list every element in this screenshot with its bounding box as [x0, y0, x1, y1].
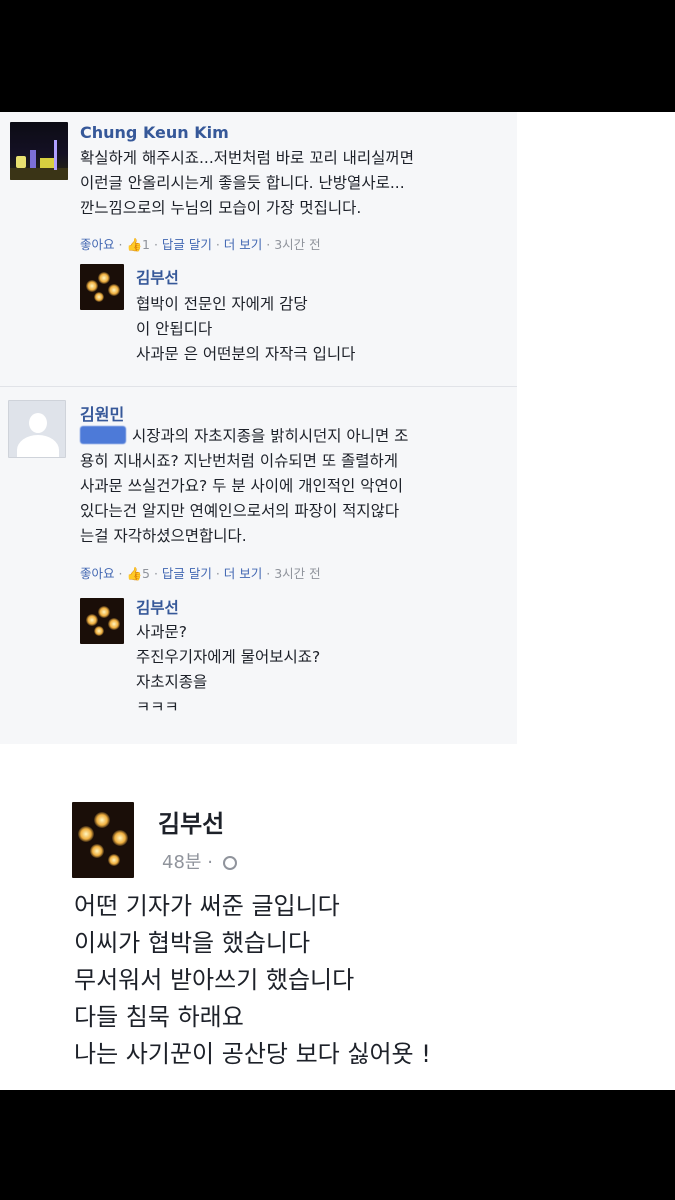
avatar[interactable] — [80, 264, 124, 310]
globe-icon[interactable] — [222, 856, 237, 870]
reply-line: 사과문 은 어떤분의 자작극 입니다 — [136, 345, 356, 363]
comment: Chung Keun Kim 확실하게 해주시죠...저번처럼 바로 꼬리 내리… — [0, 112, 517, 392]
reply-author[interactable]: 김부선 — [136, 266, 179, 288]
avatar[interactable] — [10, 122, 68, 180]
like-link[interactable]: 좋아요 — [80, 237, 115, 252]
timestamp[interactable]: 48분 — [162, 852, 201, 873]
comment-author[interactable]: 김원민 — [80, 401, 124, 425]
post-line: 다들 침묵 하래요 — [74, 1003, 244, 1031]
comment-line: 확실하게 해주시죠...저번처럼 바로 꼬리 내리실꺼면 — [80, 149, 414, 167]
reply-line: 자초지종을 — [136, 673, 208, 691]
comment-line: 깐느낌으로의 누님의 모습이 가장 멋집니다. — [80, 199, 362, 217]
reply-line: ㅋㅋㅋ — [136, 698, 179, 716]
avatar[interactable] — [80, 598, 124, 644]
timestamp[interactable]: 3시간 전 — [274, 566, 320, 581]
avatar[interactable] — [72, 802, 134, 878]
post-line: 이씨가 협박을 했습니다 — [74, 929, 311, 957]
like-icon: 👍 — [126, 566, 143, 581]
comment: 김원민 시장과의 자초지종을 밝히시던지 아니면 조 용히 지내시죠? 지난번처… — [0, 392, 517, 744]
reply-line: 주진우기자에게 물어보시죠? — [136, 648, 321, 666]
post-line: 나는 사기꾼이 공산당 보다 싫어욧 ! — [74, 1040, 431, 1068]
comment-line: 용히 지내시죠? 지난번처럼 이슈되면 또 졸렬하게 — [80, 452, 399, 470]
comment-line: 시장과의 자초지종을 밝히시던지 아니면 조 — [132, 427, 409, 445]
redacted-mention — [80, 426, 126, 444]
post-line: 무서워서 받아쓰기 했습니다 — [74, 966, 355, 994]
reply-link[interactable]: 답글 달기 — [162, 566, 212, 581]
reply-text: 협박이 전문인 자에게 감당 이 안됩디다 사과문 은 어떤분의 자작극 입니다 — [136, 292, 355, 367]
divider — [0, 386, 517, 387]
comment-line: 있다는건 알지만 연예인으로서의 파장이 적지않다 — [80, 502, 400, 520]
post: 김부선 48분 · 어떤 기자가 써준 글입니다 이씨가 협박을 했습니다 무서… — [0, 774, 675, 1090]
post-line: 어떤 기자가 써준 글입니다 — [74, 892, 340, 920]
more-link[interactable]: 더 보기 — [224, 237, 262, 252]
comment-line: 이런글 안올리시는게 좋을듯 합니다. 난방열사로... — [80, 174, 405, 192]
like-icon: 👍 — [126, 237, 143, 252]
comment-text: 시장과의 자초지종을 밝히시던지 아니면 조 용히 지내시죠? 지난번처럼 이슈… — [80, 424, 408, 549]
comment-text: 확실하게 해주시죠...저번처럼 바로 꼬리 내리실꺼면 이런글 안올리시는게 … — [80, 146, 414, 221]
more-link[interactable]: 더 보기 — [224, 566, 262, 581]
reply-line: 사과문? — [136, 623, 188, 641]
comment-actions: 좋아요 · 👍5 · 답글 달기 · 더 보기 · 3시간 전 — [80, 566, 321, 581]
timestamp[interactable]: 3시간 전 — [274, 237, 320, 252]
comment-line: 사과문 쓰실건가요? 두 분 사이에 개인적인 악연이 — [80, 477, 403, 495]
post-author[interactable]: 김부선 — [158, 804, 224, 839]
comment-actions: 좋아요 · 👍1 · 답글 달기 · 더 보기 · 3시간 전 — [80, 237, 321, 252]
like-count[interactable]: 1 — [142, 237, 150, 252]
post-meta: 48분 · — [162, 848, 237, 874]
reply-link[interactable]: 답글 달기 — [162, 237, 212, 252]
comment-author[interactable]: Chung Keun Kim — [80, 123, 229, 142]
screenshot-area: Chung Keun Kim 확실하게 해주시죠...저번처럼 바로 꼬리 내리… — [0, 112, 675, 1090]
reply-line: 협박이 전문인 자에게 감당 — [136, 295, 308, 313]
reply-line: 이 안됩디다 — [136, 320, 213, 338]
like-link[interactable]: 좋아요 — [80, 566, 115, 581]
avatar[interactable] — [8, 400, 66, 458]
comment-thread: Chung Keun Kim 확실하게 해주시죠...저번처럼 바로 꼬리 내리… — [0, 112, 517, 744]
comment-line: 는걸 자각하셨으면합니다. — [80, 527, 247, 545]
like-count[interactable]: 5 — [142, 566, 150, 581]
reply-author[interactable]: 김부선 — [136, 596, 179, 618]
reply-text: 사과문? 주진우기자에게 물어보시죠? 자초지종을 ㅋㅋㅋ — [136, 620, 320, 720]
post-text: 어떤 기자가 써준 글입니다 이씨가 협박을 했습니다 무서워서 받아쓰기 했습… — [74, 888, 431, 1073]
